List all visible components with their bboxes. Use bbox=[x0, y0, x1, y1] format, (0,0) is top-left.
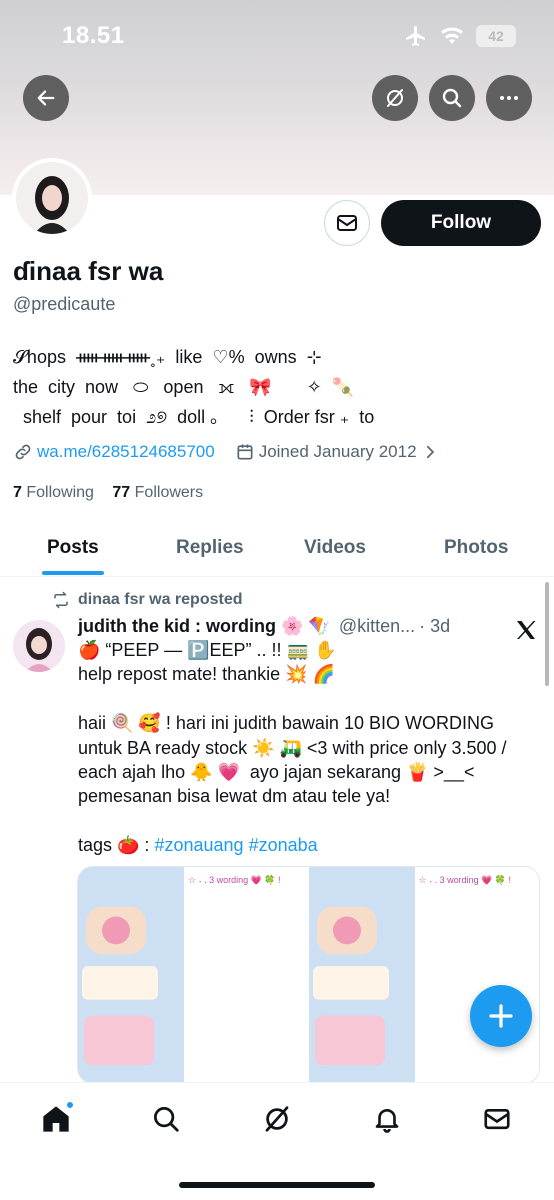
grok-button[interactable] bbox=[372, 75, 418, 121]
profile-avatar[interactable] bbox=[12, 158, 92, 238]
search-icon bbox=[154, 1107, 179, 1132]
nav-messages[interactable] bbox=[477, 1099, 517, 1139]
post-line bbox=[78, 687, 538, 711]
tab-replies[interactable]: Replies bbox=[176, 520, 244, 576]
followers-count: 77 bbox=[112, 484, 131, 501]
media-text-panel: ☆ ˖ . 3 wording 💗 🍀 ! bbox=[184, 867, 309, 1083]
back-button[interactable] bbox=[23, 75, 69, 121]
nav-search[interactable] bbox=[146, 1099, 186, 1139]
airplane-icon bbox=[406, 26, 425, 46]
bio-line: 𝓢hops ᚔᚔᚔ˳₊ like ♡% owns ⊹ bbox=[13, 347, 322, 367]
media-text-panel: ☆ ˖ . 3 wording 💗 🍀 ! bbox=[414, 867, 539, 1083]
media-image-1[interactable]: ☆ ˖ . 3 wording 💗 🍀 ! bbox=[78, 867, 309, 1083]
more-icon bbox=[500, 96, 518, 100]
post-line bbox=[78, 809, 538, 833]
post-line: 🍎 “PEEP — 🅿️EEP” .. !! 🚃 ✋ bbox=[78, 640, 337, 660]
followers-link[interactable]: 77 Followers bbox=[112, 484, 203, 501]
tab-posts[interactable]: Posts bbox=[47, 520, 99, 576]
post-tags-line: tags 🍅 : #zonauang #zonaba bbox=[78, 833, 538, 857]
search-icon bbox=[442, 88, 462, 108]
post-text: 🍎 “PEEP — 🅿️EEP” .. !! 🚃 ✋ help repost ma… bbox=[78, 638, 538, 858]
post-time: · 3d bbox=[419, 616, 451, 636]
profile-meta: wa.me/6285124685700 Joined January 2012 bbox=[13, 442, 439, 462]
profile-display-name: ɗinaa fsr wa bbox=[13, 256, 164, 286]
avatar-image bbox=[16, 162, 88, 234]
post-header: judith the kid : wording 🌸 🪁 @kitten... … bbox=[78, 616, 450, 637]
bio-line: shelf pour toi ೨୭ doll ｡ ⫶ Order fsr ₊ t… bbox=[13, 407, 375, 427]
status-icons: 42 bbox=[404, 24, 516, 48]
compose-button[interactable] bbox=[470, 985, 532, 1047]
plus-icon bbox=[489, 1004, 513, 1028]
post-author-name[interactable]: judith the kid : wording 🌸 🪁 bbox=[78, 616, 331, 637]
profile-tabs: Posts Replies Videos Photos bbox=[0, 520, 554, 577]
scrollbar[interactable] bbox=[545, 582, 549, 686]
battery-indicator: 42 bbox=[476, 25, 516, 47]
post-line: each ajah lho 🐥 💗 ayo jajan sekarang 🍟 >… bbox=[78, 762, 475, 783]
tab-photos[interactable]: Photos bbox=[444, 520, 508, 576]
calendar-icon bbox=[237, 444, 253, 460]
media-artwork bbox=[78, 867, 185, 1083]
profile-handle: @predicaute bbox=[13, 294, 116, 314]
repost-indicator: dinaa fsr wa reposted bbox=[52, 591, 243, 609]
nav-notifications[interactable] bbox=[367, 1099, 407, 1139]
following-count: 7 bbox=[13, 484, 22, 501]
chevron-right-icon[interactable] bbox=[421, 443, 439, 461]
hashtag-link[interactable]: #zonaba bbox=[249, 835, 318, 855]
nav-grok[interactable] bbox=[257, 1099, 297, 1139]
repost-icon bbox=[54, 591, 68, 609]
followers-label: Followers bbox=[134, 484, 204, 501]
more-button[interactable] bbox=[486, 75, 532, 121]
post-line: haii 🍭 🥰 ! hari ini judith bawain 10 BIO… bbox=[78, 713, 494, 734]
messages-icon bbox=[484, 1108, 510, 1130]
post-line: untuk BA ready stock ☀️ 🛺 <3 with price … bbox=[78, 737, 507, 758]
link-icon bbox=[15, 444, 31, 460]
media-artwork bbox=[308, 867, 415, 1083]
repost-label[interactable]: dinaa fsr wa reposted bbox=[78, 591, 243, 609]
nav-home[interactable] bbox=[36, 1099, 76, 1139]
profile-joined: Joined January 2012 bbox=[258, 442, 417, 461]
search-button[interactable] bbox=[429, 75, 475, 121]
notifications-icon bbox=[375, 1109, 399, 1133]
media-image-2[interactable]: ☆ ˖ . 3 wording 💗 🍀 ! bbox=[308, 867, 540, 1083]
arrow-left-icon bbox=[37, 90, 55, 106]
hashtag-link[interactable]: #zonauang bbox=[154, 835, 243, 855]
following-link[interactable]: 7 Following bbox=[13, 484, 94, 501]
media-header: ☆ ˖ . 3 wording 💗 🍀 ! bbox=[188, 875, 281, 885]
post-line: help repost mate! thankie 💥 🌈 bbox=[78, 664, 335, 685]
follow-button[interactable]: Follow bbox=[381, 200, 541, 246]
post-author-avatar[interactable] bbox=[13, 620, 65, 672]
following-label: Following bbox=[26, 484, 94, 501]
wifi-icon bbox=[441, 27, 463, 44]
bio-line: the city now ⬭ open ⟗ 🎀 ✧ 🍡 bbox=[13, 377, 355, 397]
tags-prefix: tags 🍅 : bbox=[78, 835, 155, 856]
post-line: pemesanan bisa lewat dm atau tele ya! bbox=[78, 786, 391, 807]
tab-videos[interactable]: Videos bbox=[304, 520, 366, 576]
media-header: ☆ ˖ . 3 wording 💗 🍀 ! bbox=[418, 875, 512, 885]
post-avatar-image bbox=[13, 620, 65, 672]
active-tab-indicator bbox=[42, 571, 104, 575]
home-indicator[interactable] bbox=[179, 1182, 375, 1188]
post-media[interactable]: ☆ ˖ . 3 wording 💗 🍀 ! ☆ ˖ . 3 wording 💗 … bbox=[77, 866, 540, 1084]
message-button[interactable] bbox=[324, 200, 370, 246]
post-author-handle[interactable]: @kitten... bbox=[339, 616, 415, 637]
notification-dot bbox=[66, 1101, 74, 1109]
grok-icon bbox=[387, 89, 403, 107]
profile-bio: 𝓢hops ᚔᚔᚔ˳₊ like ♡% owns ⊹ the city now ⬭… bbox=[13, 342, 533, 432]
status-time: 18.51 bbox=[62, 22, 125, 49]
grok-icon bbox=[265, 1106, 289, 1132]
mail-icon bbox=[337, 215, 357, 231]
follow-counts: 7 Following 77 Followers bbox=[13, 484, 203, 502]
profile-link[interactable]: wa.me/6285124685700 bbox=[37, 442, 215, 462]
